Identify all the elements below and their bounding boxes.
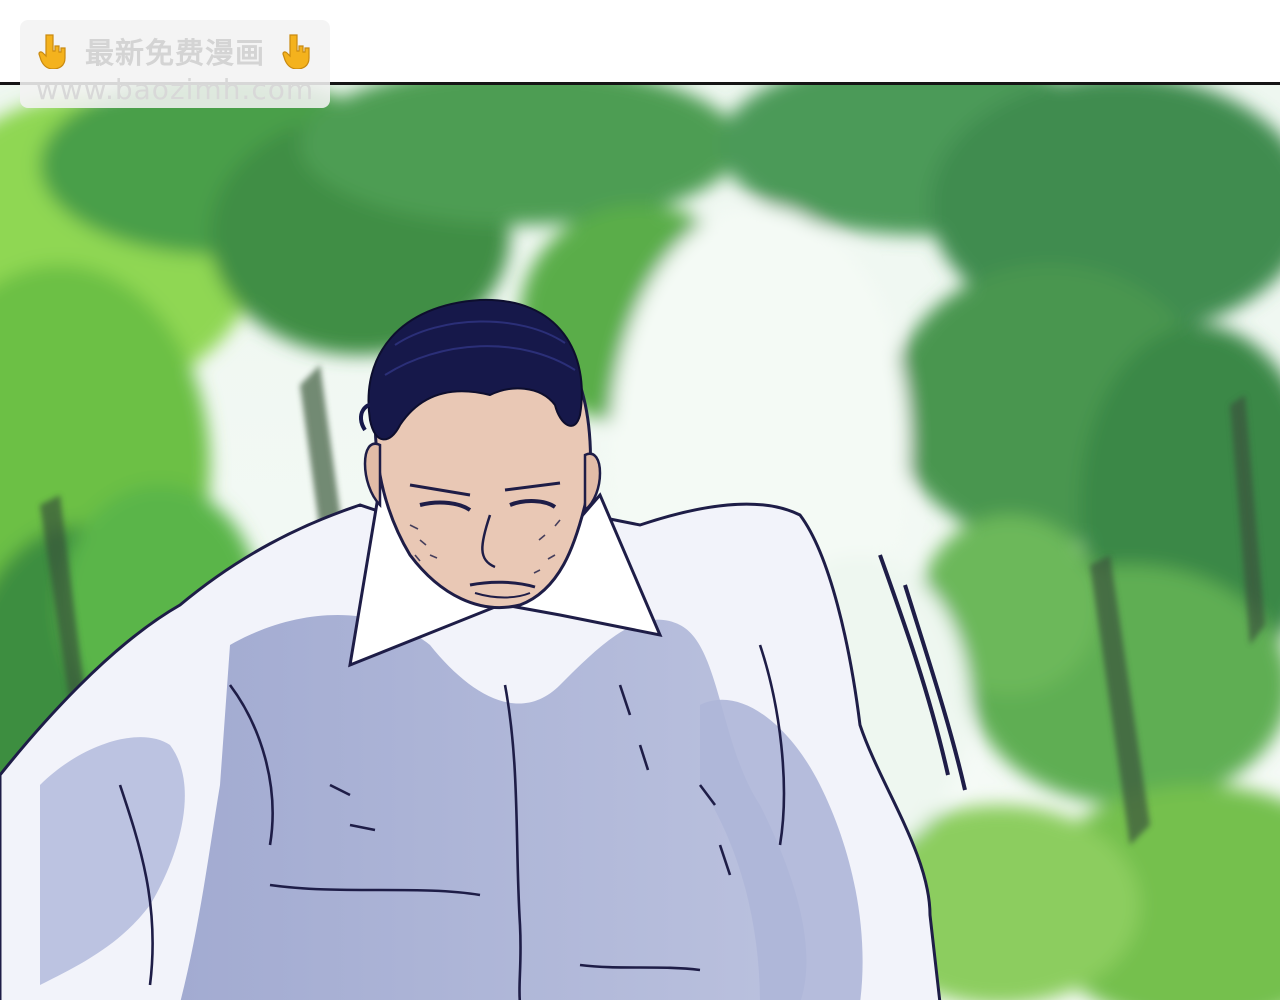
watermark-title-row: 最新免费漫画 (20, 30, 330, 72)
pointing-down-hand-icon (282, 34, 310, 69)
watermark-badge: 最新免费漫画 www.baozimh.com (20, 20, 330, 108)
watermark-title: 最新免费漫画 (84, 36, 265, 70)
comic-illustration (0, 85, 1280, 1000)
watermark-url: www.baozimh.com (35, 73, 315, 106)
comic-panel (0, 82, 1280, 1000)
pointing-down-hand-icon (38, 34, 66, 69)
